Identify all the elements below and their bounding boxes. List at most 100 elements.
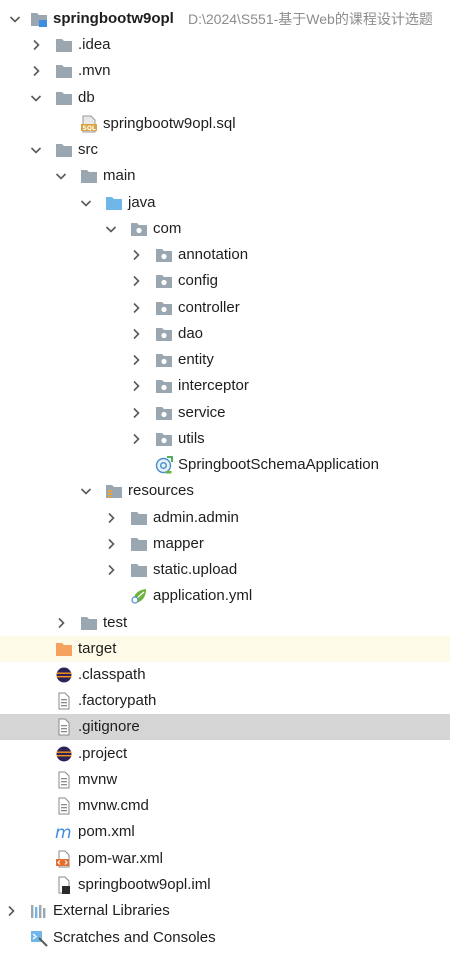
tree-label: Scratches and Consoles: [53, 929, 216, 946]
chevron-right-icon[interactable]: [130, 426, 142, 452]
tree-label: .idea: [78, 36, 111, 53]
tree-row-mvnw-cmd[interactable]: mvnw.cmd: [0, 793, 450, 819]
tree-label: mvnw: [78, 771, 118, 788]
tree-row-idea[interactable]: .idea: [0, 32, 450, 58]
tree-row-admin-admin[interactable]: admin.admin: [0, 505, 450, 531]
tree-row-application-class[interactable]: SpringbootSchemaApplication: [0, 452, 450, 478]
tree-label: test: [103, 614, 128, 631]
spring-boot-class-icon: [155, 456, 173, 474]
tree-row-annotation[interactable]: annotation: [0, 242, 450, 268]
folder-icon: [130, 561, 148, 579]
source-folder-icon: [105, 194, 123, 212]
tree-row-test[interactable]: test: [0, 610, 450, 636]
tree-row-resources[interactable]: resources: [0, 478, 450, 504]
package-folder-icon: [130, 220, 148, 238]
chevron-right-icon[interactable]: [130, 242, 142, 268]
chevron-right-icon[interactable]: [5, 898, 17, 924]
tree-row-pom-war[interactable]: pom-war.xml: [0, 846, 450, 872]
tree-label: static.upload: [153, 561, 238, 578]
tree-row-config[interactable]: config: [0, 268, 450, 294]
tree-row-target[interactable]: target: [0, 636, 450, 662]
tree-row-project-root[interactable]: springbootw9opl D:\2024\S551-基于Web的课程设计选…: [0, 6, 450, 32]
chevron-down-icon[interactable]: [55, 163, 67, 189]
tree-label: .mvn: [78, 62, 111, 79]
tree-row-com[interactable]: com: [0, 216, 450, 242]
chevron-right-icon[interactable]: [130, 295, 142, 321]
chevron-right-icon[interactable]: [30, 32, 42, 58]
tree-row-db[interactable]: db: [0, 85, 450, 111]
tree-row-scratches[interactable]: Scratches and Consoles: [0, 925, 450, 951]
tree-row-utils[interactable]: utils: [0, 426, 450, 452]
tree-label: springbootw9opl.iml: [78, 876, 211, 893]
tree-label: entity: [178, 351, 214, 368]
tree-label: springbootw9opl.sql: [103, 115, 236, 132]
chevron-down-icon[interactable]: [80, 478, 92, 504]
tree-row-service[interactable]: service: [0, 400, 450, 426]
chevron-right-icon[interactable]: [105, 505, 117, 531]
sql-file-icon: SQL: [80, 115, 98, 133]
tree-row-dao[interactable]: dao: [0, 321, 450, 347]
maven-icon: m: [55, 823, 73, 841]
text-file-icon: [55, 771, 73, 789]
package-folder-icon: [155, 351, 173, 369]
folder-icon: [130, 509, 148, 527]
tree-row-sql-file[interactable]: SQL springbootw9opl.sql: [0, 111, 450, 137]
chevron-right-icon[interactable]: [55, 610, 67, 636]
tree-row-src[interactable]: src: [0, 137, 450, 163]
package-folder-icon: [155, 377, 173, 395]
tree-label: SpringbootSchemaApplication: [178, 456, 379, 473]
chevron-down-icon[interactable]: [30, 85, 42, 111]
tree-row-iml[interactable]: springbootw9opl.iml: [0, 872, 450, 898]
text-file-icon: [55, 797, 73, 815]
tree-row-project-file[interactable]: .project: [0, 741, 450, 767]
tree-label: service: [178, 404, 226, 421]
chevron-down-icon[interactable]: [30, 137, 42, 163]
module-folder-icon: [30, 10, 48, 28]
spring-yml-icon: [130, 587, 148, 605]
tree-label: utils: [178, 430, 205, 447]
chevron-right-icon[interactable]: [130, 268, 142, 294]
tree-row-gitignore[interactable]: .gitignore: [0, 714, 450, 740]
folder-icon: [55, 36, 73, 54]
package-folder-icon: [155, 272, 173, 290]
chevron-right-icon[interactable]: [130, 400, 142, 426]
chevron-down-icon[interactable]: [105, 216, 117, 242]
chevron-down-icon[interactable]: [80, 190, 92, 216]
chevron-right-icon[interactable]: [30, 58, 42, 84]
tree-row-factorypath[interactable]: .factorypath: [0, 688, 450, 714]
chevron-right-icon[interactable]: [130, 347, 142, 373]
tree-row-static-upload[interactable]: static.upload: [0, 557, 450, 583]
tree-label: mvnw.cmd: [78, 797, 149, 814]
tree-row-mvn[interactable]: .mvn: [0, 58, 450, 84]
tree-label: main: [103, 167, 136, 184]
chevron-right-icon[interactable]: [130, 321, 142, 347]
folder-icon: [130, 535, 148, 553]
chevron-down-icon[interactable]: [9, 6, 21, 32]
text-file-icon: [55, 692, 73, 710]
tree-row-pom[interactable]: m pom.xml: [0, 819, 450, 845]
tree-row-classpath[interactable]: .classpath: [0, 662, 450, 688]
tree-row-entity[interactable]: entity: [0, 347, 450, 373]
tree-row-application-yml[interactable]: application.yml: [0, 583, 450, 609]
eclipse-file-icon: [55, 745, 73, 763]
tree-row-interceptor[interactable]: interceptor: [0, 373, 450, 399]
package-folder-icon: [155, 404, 173, 422]
tree-row-mapper[interactable]: mapper: [0, 531, 450, 557]
chevron-right-icon[interactable]: [105, 557, 117, 583]
folder-icon: [55, 89, 73, 107]
tree-label: com: [153, 220, 182, 237]
chevron-right-icon[interactable]: [105, 531, 117, 557]
tree-row-java[interactable]: java: [0, 190, 450, 216]
package-folder-icon: [155, 430, 173, 448]
tree-row-mvnw[interactable]: mvnw: [0, 767, 450, 793]
tree-label: pom-war.xml: [78, 850, 164, 867]
tree-label: java: [128, 194, 156, 211]
tree-label: target: [78, 640, 117, 657]
tree-row-controller[interactable]: controller: [0, 295, 450, 321]
tree-row-main[interactable]: main: [0, 163, 450, 189]
tree-row-external-libraries[interactable]: External Libraries: [0, 898, 450, 924]
tree-label: src: [78, 141, 98, 158]
chevron-right-icon[interactable]: [130, 373, 142, 399]
module-file-icon: [55, 876, 73, 894]
tree-label: .gitignore: [78, 718, 140, 735]
